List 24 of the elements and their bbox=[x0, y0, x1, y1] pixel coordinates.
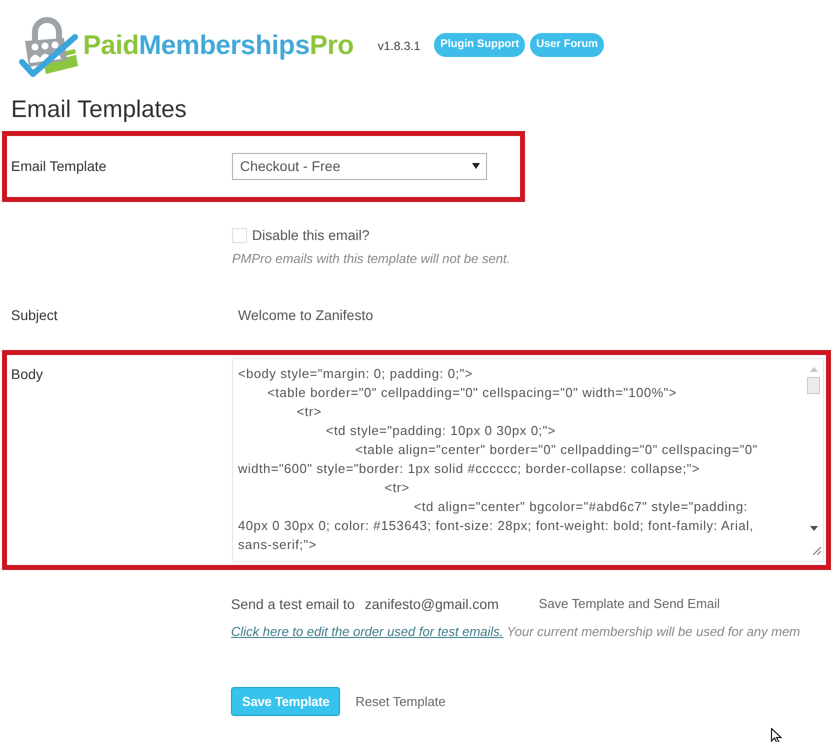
scroll-down-arrow-icon[interactable] bbox=[810, 526, 818, 531]
logo-wordmark: PaidMembershipsPro bbox=[83, 28, 354, 60]
body-textarea[interactable]: <body style="margin: 0; padding: 0;"> <table border="0" cellpadding="0" cellspacing="0" width="100%"> <tr> <td style="padding: 10px 0 30px 0;"> <table align="center" border="0" cellpadding="0" cellspacing="0" width="600" style="border: 1px solid #cccccc; border-collapse: collapse;"> <tr> <td align="center" bgcolor="#abd6c7" style="padding: 40px 0 30px 0; color: #153643; font-size: 28px; font-weight: bold; font-family: Arial, sans-serif;"> bbox=[232, 358, 824, 562]
scroll-up-arrow-icon[interactable] bbox=[810, 367, 818, 372]
disable-email-label: Disable this email? bbox=[252, 226, 370, 244]
body-label: Body bbox=[10, 365, 44, 383]
test-email-label: Send a test email to bbox=[231, 594, 355, 614]
caret-down-icon bbox=[472, 163, 480, 169]
version-label: v1.8.3.1 bbox=[378, 38, 420, 54]
logo-icon bbox=[18, 15, 80, 78]
test-email-field[interactable]: zanifesto@gmail.com bbox=[360, 592, 525, 616]
checkbox[interactable] bbox=[232, 228, 247, 242]
scrollbar-thumb[interactable] bbox=[807, 377, 820, 394]
page-title: Email Templates bbox=[10, 95, 188, 125]
reset-template-button[interactable]: Reset Template bbox=[351, 687, 450, 716]
send-test-email-button[interactable]: Save Template and Send Email bbox=[534, 592, 724, 616]
subject-field[interactable]: Welcome to Zanifesto bbox=[232, 301, 562, 329]
disable-email-note: PMPro emails with this template will not be sent. bbox=[231, 250, 512, 268]
resize-handle-icon[interactable] bbox=[813, 547, 821, 555]
email-template-label: Email Template bbox=[10, 157, 108, 176]
edit-order-link[interactable]: Click here to edit the order used for test emails. bbox=[231, 624, 504, 639]
test-email-note: Click here to edit the order used for test emails. Your current membership will be used for any mem bbox=[230, 623, 802, 641]
subject-label: Subject bbox=[10, 306, 59, 325]
template-select[interactable]: Checkout - Free bbox=[232, 152, 487, 180]
